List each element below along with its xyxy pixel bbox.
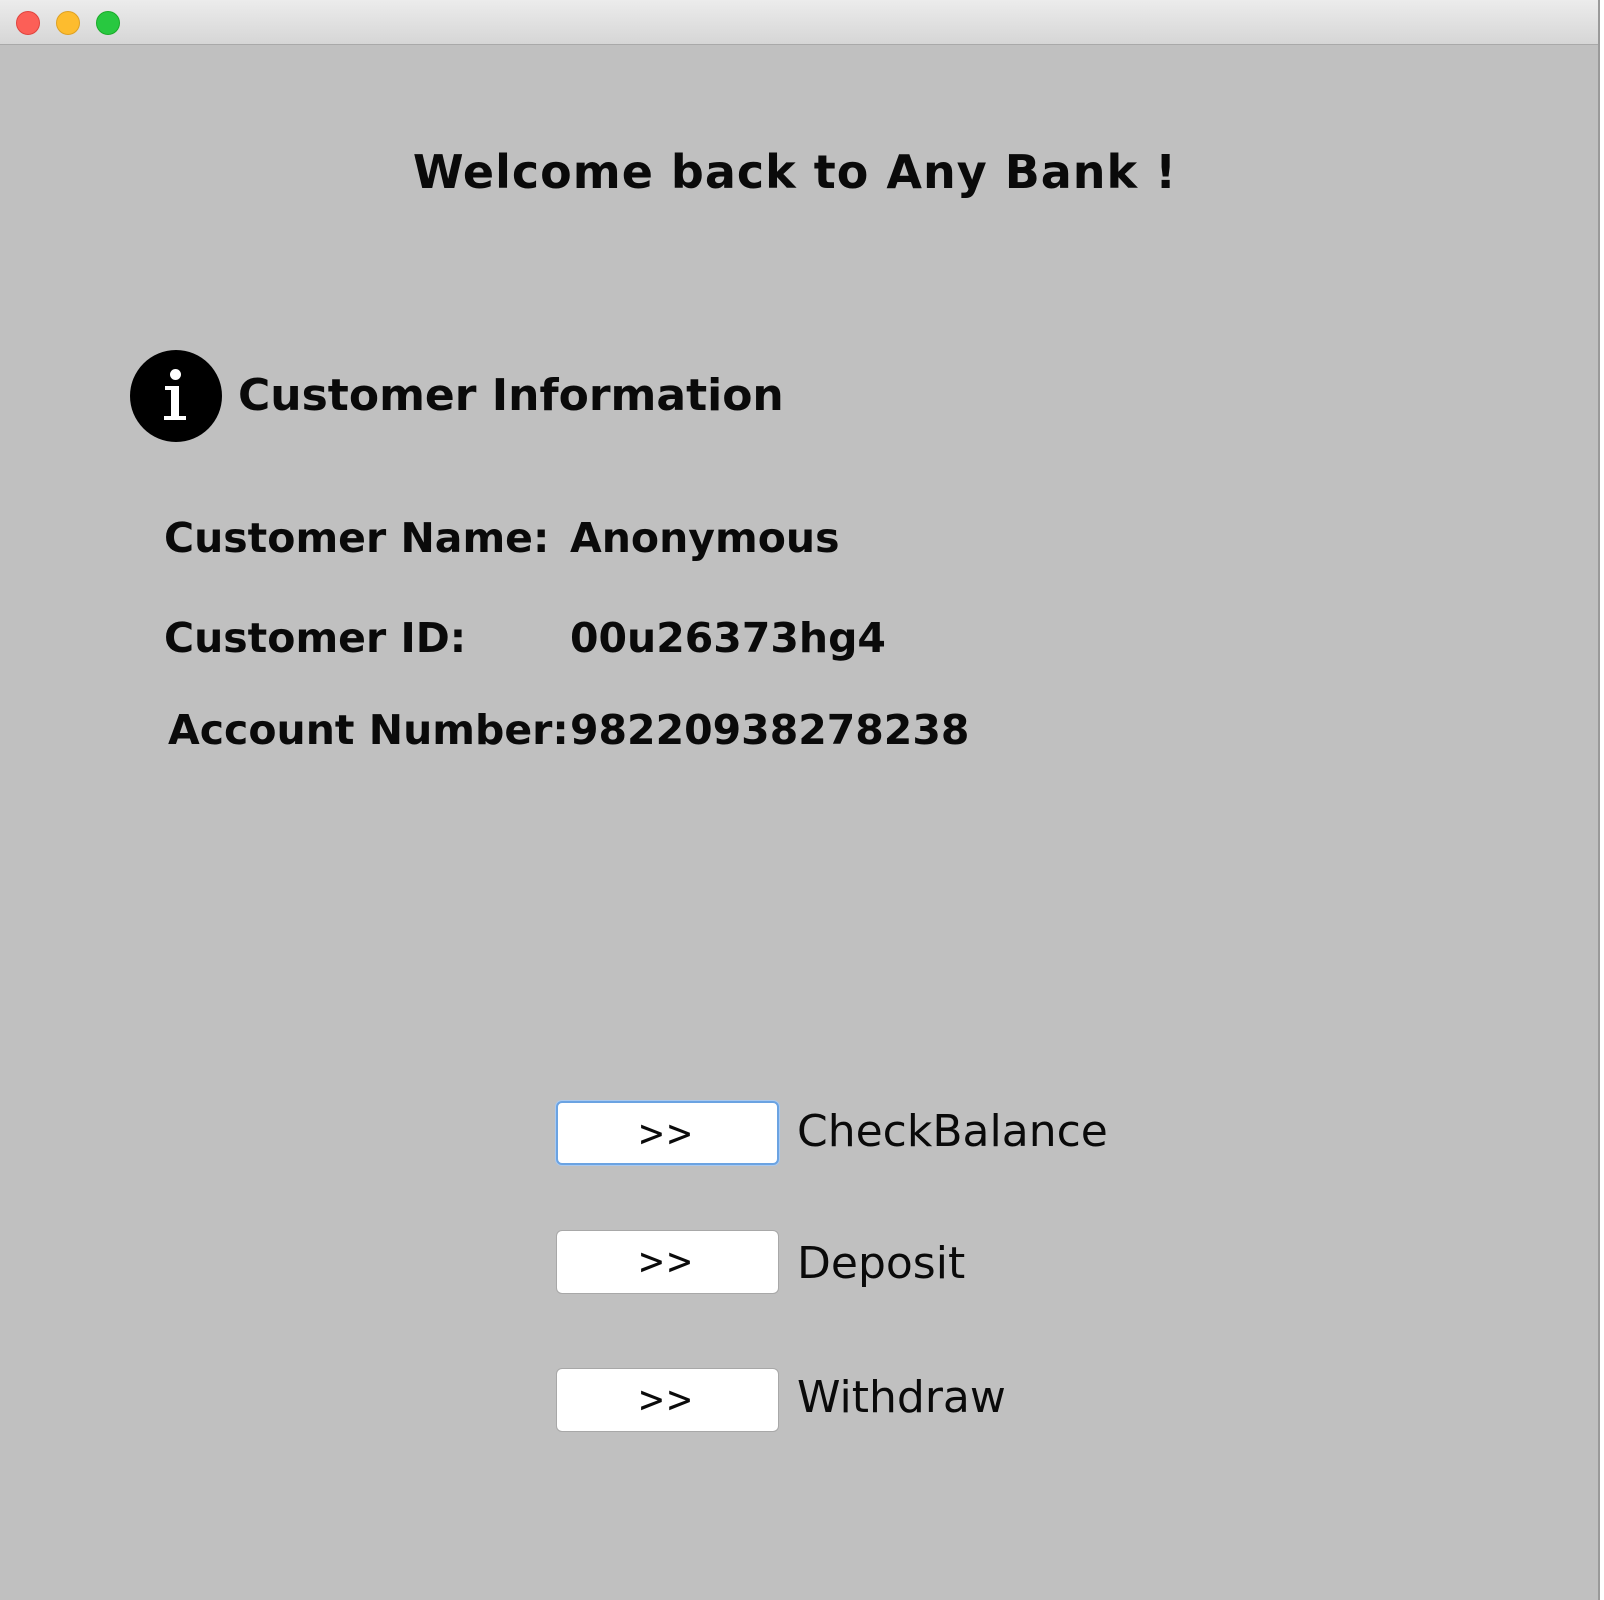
info-icon [130, 350, 222, 442]
withdraw-button[interactable]: >> [556, 1368, 779, 1432]
zoom-window-button[interactable] [96, 11, 120, 35]
deposit-button[interactable]: >> [556, 1230, 779, 1294]
deposit-label: Deposit [797, 1238, 966, 1289]
minimize-window-button[interactable] [56, 11, 80, 35]
account-number-label: Account Number: [168, 706, 569, 754]
account-number-value: 98220938278238 [570, 706, 970, 754]
bank-window: Welcome back to Any Bank ! Customer Info… [0, 0, 1600, 1600]
check-balance-button[interactable]: >> [556, 1101, 779, 1165]
customer-id-value: 00u26373hg4 [570, 614, 886, 662]
welcome-heading: Welcome back to Any Bank ! [412, 145, 1178, 199]
withdraw-label: Withdraw [797, 1372, 1006, 1423]
customer-information-title: Customer Information [238, 370, 784, 421]
check-balance-label: CheckBalance [797, 1106, 1108, 1157]
title-bar [0, 0, 1598, 45]
customer-name-label: Customer Name: [164, 514, 550, 562]
close-window-button[interactable] [16, 11, 40, 35]
customer-name-value: Anonymous [570, 514, 840, 562]
customer-id-label: Customer ID: [164, 614, 467, 662]
